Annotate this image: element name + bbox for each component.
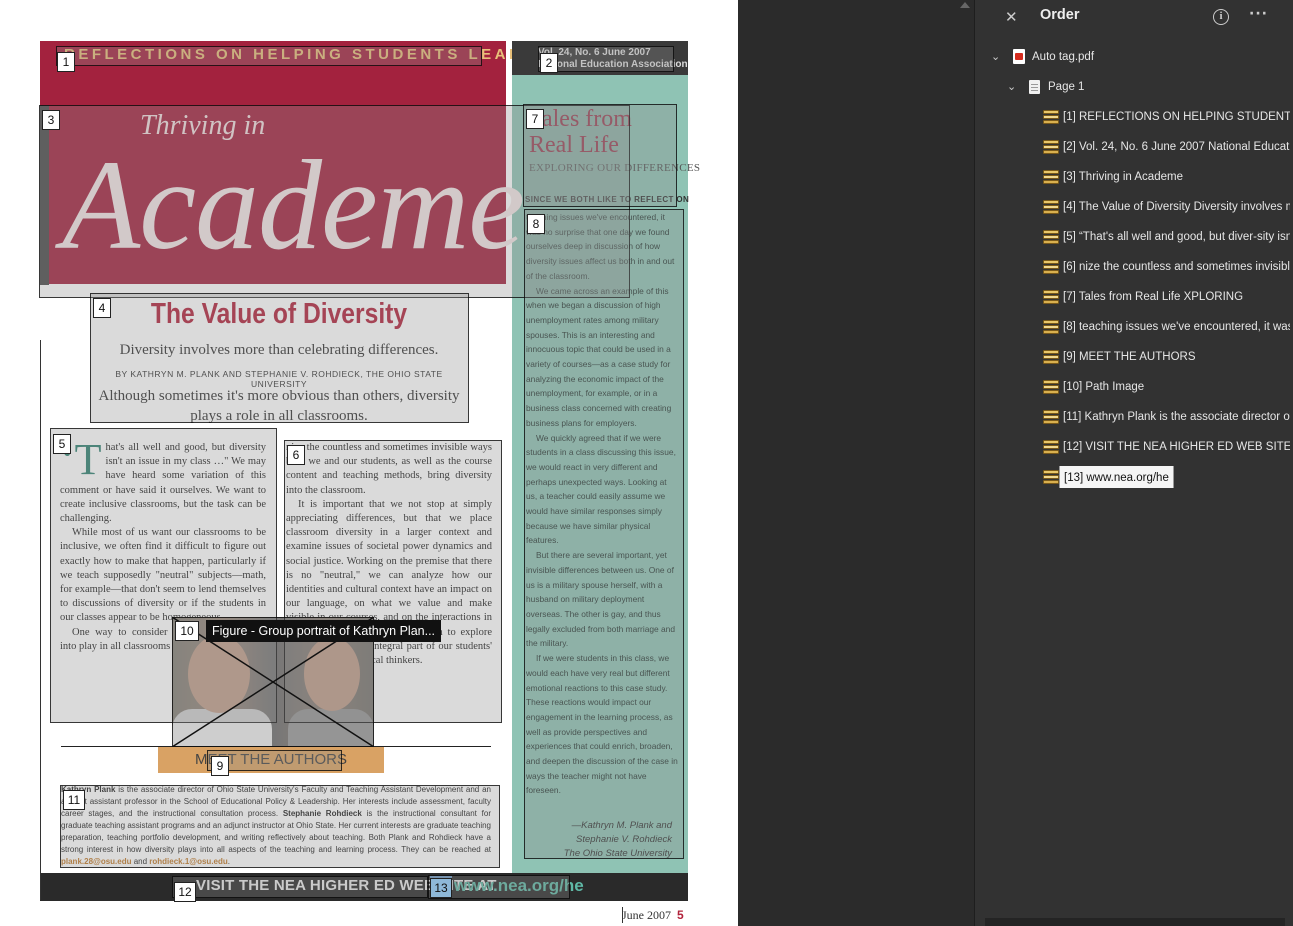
tree-item-tag[interactable]: [3] Thriving in Academe <box>975 166 1290 188</box>
tree-item-tag[interactable]: [6] nize the countless and sometimes inv… <box>975 256 1290 278</box>
panel-title: Order <box>1040 7 1080 23</box>
page-number: 5 <box>677 908 684 922</box>
tag-number-3[interactable]: 3 <box>42 110 60 130</box>
chevron-down-icon[interactable]: ⌄ <box>1007 76 1019 98</box>
tag-icon <box>1043 440 1059 454</box>
tag-number-11[interactable]: 11 <box>63 790 85 810</box>
tag-icon <box>1043 230 1059 244</box>
tree-item-label: [1] REFLECTIONS ON HELPING STUDENTS LE <box>1063 111 1290 123</box>
tag-icon <box>1043 470 1059 484</box>
tree-item-tag[interactable]: [2] Vol. 24, No. 6 June 2007 National Ed… <box>975 136 1290 158</box>
tag-region-7[interactable] <box>523 104 677 207</box>
tree-item-label: [10] Path Image <box>1063 381 1145 393</box>
tree-item-label: [6] nize the countless and sometimes inv… <box>1063 261 1290 273</box>
tag-number-9[interactable]: 9 <box>211 756 229 776</box>
tag-number-6[interactable]: 6 <box>287 445 305 465</box>
tree-item-label: [9] MEET THE AUTHORS <box>1063 351 1196 363</box>
tag-icon <box>1043 260 1059 274</box>
scroll-up-arrow-icon[interactable] <box>960 2 970 8</box>
panel-header: ✕ Order i ··· <box>975 0 1293 34</box>
page-icon <box>1029 80 1040 94</box>
tree-item-label: [13] www.nea.org/he <box>1059 466 1174 488</box>
tag-number-1[interactable]: 1 <box>57 52 75 72</box>
tag-icon <box>1043 200 1059 214</box>
tag-icon <box>1043 410 1059 424</box>
tree-item-file[interactable]: ⌄ Auto tag.pdf <box>989 46 1289 68</box>
more-options-icon[interactable]: ··· <box>1249 6 1268 22</box>
workspace-gutter <box>738 0 974 926</box>
tree-item-tag[interactable]: [10] Path Image <box>975 376 1290 398</box>
tag-icon <box>1043 380 1059 394</box>
tree-item-tag[interactable]: [1] REFLECTIONS ON HELPING STUDENTS LE <box>975 106 1290 128</box>
tag-region-4[interactable] <box>90 293 469 423</box>
tag-icon <box>1043 110 1059 124</box>
tag-number-2[interactable]: 2 <box>540 53 558 73</box>
tree-item-label: [8] teaching issues we've encountered, i… <box>1063 321 1290 333</box>
tag-number-8[interactable]: 8 <box>527 214 545 234</box>
page-month: June 2007 <box>622 908 671 922</box>
tag-number-12[interactable]: 12 <box>174 882 196 902</box>
tree-item-label: [5] “That's all well and good, but diver… <box>1063 231 1290 243</box>
tag-number-7[interactable]: 7 <box>526 109 544 129</box>
tree-item-label: [2] Vol. 24, No. 6 June 2007 National Ed… <box>1063 141 1290 153</box>
panel-scrollbar[interactable] <box>985 918 1285 926</box>
tag-region-1[interactable] <box>56 46 482 66</box>
order-panel: ✕ Order i ··· ⌄ Auto tag.pdf ⌄ Page 1 [1… <box>974 0 1293 926</box>
tag-number-5[interactable]: 5 <box>53 434 71 454</box>
tree-item-tag[interactable]: [4] The Value of Diversity Diversity inv… <box>975 196 1290 218</box>
tree-item-label: [3] Thriving in Academe <box>1063 171 1183 183</box>
chevron-down-icon[interactable]: ⌄ <box>991 46 1003 68</box>
tree-item-tag[interactable]: [7] Tales from Real Life XPLORING <box>975 286 1290 308</box>
info-icon[interactable]: i <box>1213 9 1229 25</box>
tree-item-label: [11] Kathryn Plank is the associate dire… <box>1063 411 1290 423</box>
tag-region-8[interactable] <box>524 209 684 859</box>
tag-icon <box>1043 290 1059 304</box>
tree-item-label: [7] Tales from Real Life XPLORING <box>1063 291 1244 303</box>
text-cursor <box>622 907 623 923</box>
page-edge-line <box>40 340 41 900</box>
tag-icon <box>1043 320 1059 334</box>
tree-item-tag[interactable]: [12] VISIT THE NEA HIGHER ED WEB SITE AT <box>975 436 1290 458</box>
tag-region-11[interactable] <box>60 785 500 868</box>
tag-region-2[interactable] <box>538 46 674 72</box>
tree-item-tag[interactable]: [11] Kathryn Plank is the associate dire… <box>975 406 1290 428</box>
pdf-file-icon <box>1013 49 1025 64</box>
tree-item-tag[interactable]: [8] teaching issues we've encountered, i… <box>975 316 1290 338</box>
tree-item-tag[interactable]: [5] “That's all well and good, but diver… <box>975 226 1290 248</box>
tree-item-tag[interactable]: [13] www.nea.org/he <box>975 466 1290 488</box>
tag-number-4[interactable]: 4 <box>93 298 111 318</box>
page-footer: June 2007 5 <box>622 908 684 923</box>
acrobat-window: REFLECTIONS ON HELPING STUDENTS LEARN Vo… <box>0 0 1293 926</box>
tree-item-page[interactable]: ⌄ Page 1 <box>1005 76 1289 98</box>
tree-item-tag[interactable]: [9] MEET THE AUTHORS <box>975 346 1290 368</box>
tree-item-label: [4] The Value of Diversity Diversity inv… <box>1063 201 1290 213</box>
figure-tooltip: Figure - Group portrait of Kathryn Plan.… <box>206 620 442 642</box>
tag-region-12[interactable] <box>172 876 428 898</box>
tag-icon <box>1043 350 1059 364</box>
tag-number-13[interactable]: 13 <box>430 878 452 898</box>
tag-icon <box>1043 140 1059 154</box>
tree-item-label: Page 1 <box>1048 81 1085 93</box>
tag-icon <box>1043 170 1059 184</box>
close-icon[interactable]: ✕ <box>1005 8 1018 26</box>
tree-item-label: [12] VISIT THE NEA HIGHER ED WEB SITE AT <box>1063 441 1290 453</box>
tree-item-label: Auto tag.pdf <box>1032 51 1095 63</box>
document-page[interactable]: REFLECTIONS ON HELPING STUDENTS LEARN Vo… <box>0 0 738 926</box>
tag-number-10[interactable]: 10 <box>175 621 199 641</box>
